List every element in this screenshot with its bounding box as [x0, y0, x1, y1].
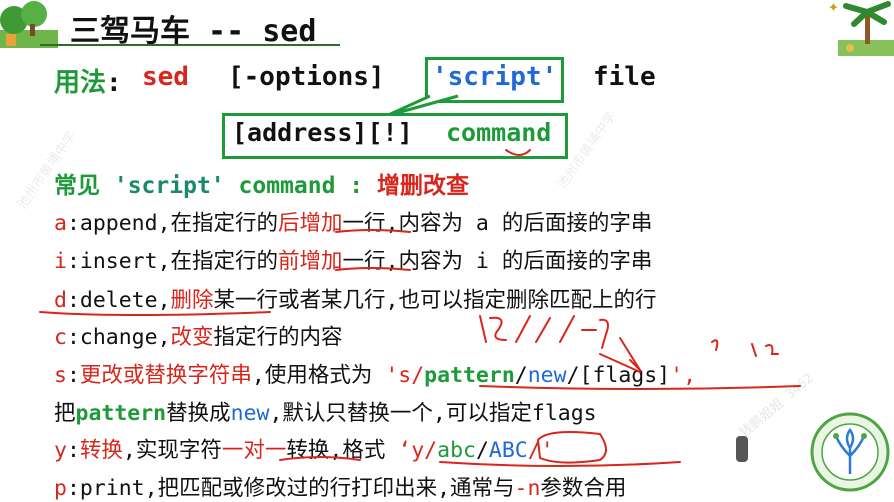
underline-command	[505, 149, 531, 156]
underline-after-add	[335, 229, 411, 233]
handwriting-annotations	[39, 149, 801, 467]
underline-before-add	[335, 267, 411, 271]
circle-abc	[536, 431, 607, 464]
scroll-handle[interactable]	[736, 436, 748, 462]
handwritten-arrow	[599, 337, 641, 373]
school-logo-icon	[810, 412, 890, 492]
underline-substitute	[479, 385, 801, 390]
handwritten-s-pattern	[479, 315, 609, 349]
underline-one-to-one	[279, 456, 361, 461]
handwritten-flags	[711, 339, 779, 357]
underline-delete	[39, 311, 271, 316]
